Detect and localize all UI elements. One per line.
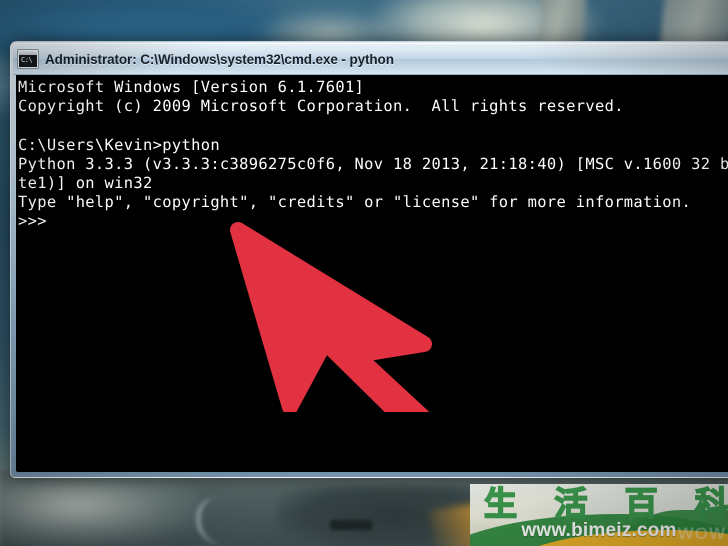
image-vignette (0, 0, 728, 546)
screenshot-root: C:\ Administrator: C:\Windows\system32\c… (0, 0, 728, 546)
